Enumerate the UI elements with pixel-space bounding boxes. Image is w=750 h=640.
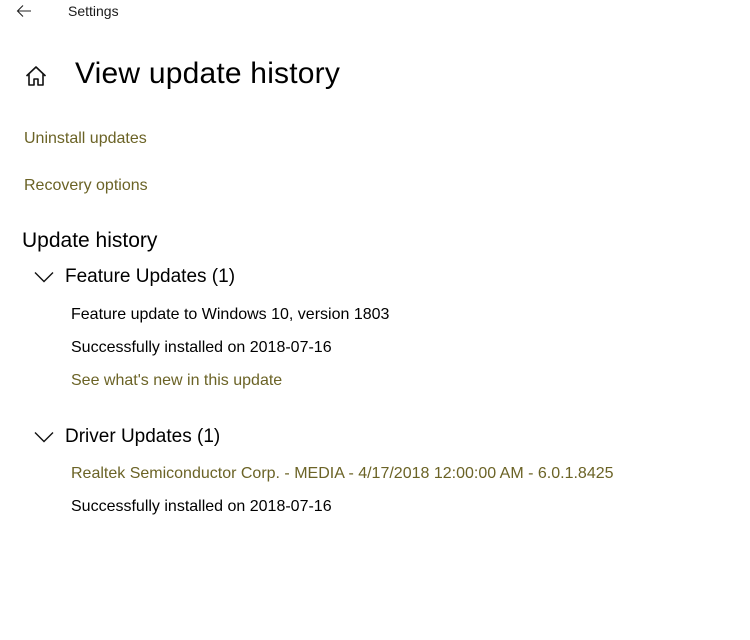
- title-bar: Settings: [0, 0, 750, 26]
- feature-updates-group-toggle[interactable]: Feature Updates (1): [34, 264, 235, 290]
- chevron-down-icon: [34, 430, 54, 444]
- whats-new-link[interactable]: See what's new in this update: [71, 372, 282, 390]
- uninstall-updates-link[interactable]: Uninstall updates: [24, 130, 147, 148]
- driver-update-link[interactable]: Realtek Semiconductor Corp. - MEDIA - 4/…: [71, 465, 614, 483]
- page-title: View update history: [75, 57, 341, 90]
- feature-update-name: Feature update to Windows 10, version 18…: [71, 306, 390, 323]
- settings-window: Settings View update history Uninstall u…: [0, 0, 750, 640]
- driver-update-status: Successfully installed on 2018-07-16: [71, 498, 332, 515]
- chevron-down-icon: [34, 270, 54, 284]
- app-title: Settings: [68, 3, 119, 19]
- update-history-heading: Update history: [22, 229, 158, 252]
- home-icon[interactable]: [24, 64, 48, 88]
- back-arrow-icon: [16, 5, 31, 17]
- driver-updates-label: Driver Updates (1): [65, 426, 221, 447]
- feature-updates-label: Feature Updates (1): [65, 266, 236, 287]
- recovery-options-link[interactable]: Recovery options: [24, 177, 148, 195]
- driver-updates-group-toggle[interactable]: Driver Updates (1): [34, 424, 220, 450]
- back-button[interactable]: [11, 0, 37, 22]
- feature-update-status: Successfully installed on 2018-07-16: [71, 339, 332, 356]
